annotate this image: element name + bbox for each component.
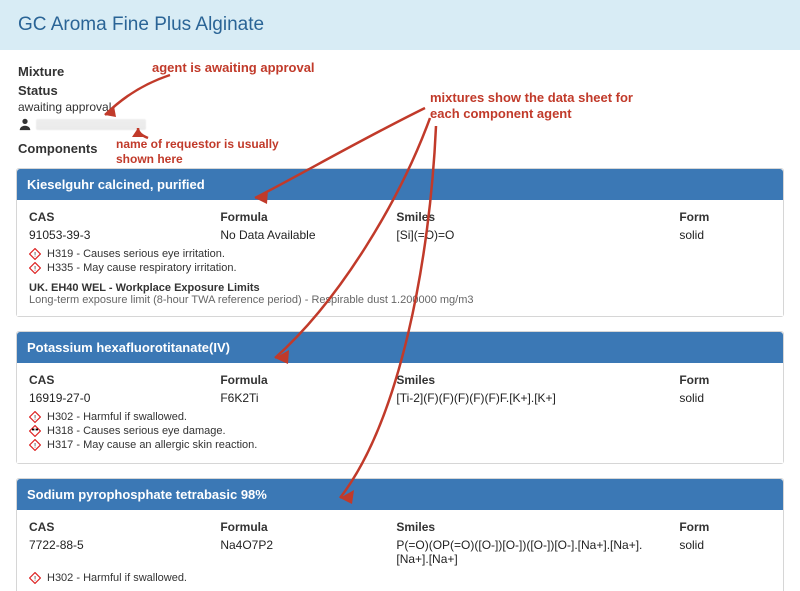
- svg-text:!: !: [34, 251, 36, 258]
- formula-value: Na4O7P2: [220, 538, 388, 552]
- form-value: solid: [679, 228, 771, 242]
- mixture-label: Mixture: [18, 64, 782, 79]
- formula-value: No Data Available: [220, 228, 388, 242]
- smiles-value: [Si](=O)=O: [396, 228, 671, 242]
- hazards-list: ! H302 - Harmful if swallowed.: [29, 572, 771, 584]
- component-body: CAS 7722-88-5 Formula Na4O7P2 Smiles P(=…: [17, 510, 783, 591]
- form-label: Form: [679, 210, 771, 224]
- form-label: Form: [679, 520, 771, 534]
- svg-text:!: !: [34, 575, 36, 582]
- cas-value: 7722-88-5: [29, 538, 212, 552]
- component-body: CAS 91053-39-3 Formula No Data Available…: [17, 200, 783, 316]
- component-card: Sodium pyrophosphate tetrabasic 98% CAS …: [16, 478, 784, 591]
- ghs-exclamation-icon: !: [29, 411, 41, 423]
- cas-label: CAS: [29, 373, 212, 387]
- smiles-label: Smiles: [396, 373, 671, 387]
- hazard-item: ! H319 - Causes serious eye irritation.: [29, 248, 771, 260]
- component-card: Potassium hexafluorotitanate(IV) CAS 169…: [16, 331, 784, 464]
- component-body: CAS 16919-27-0 Formula F6K2Ti Smiles [Ti…: [17, 363, 783, 463]
- exposure-text: Long-term exposure limit (8-hour TWA ref…: [29, 294, 771, 306]
- status-value: awaiting approval: [18, 100, 782, 114]
- hazard-text: H319 - Causes serious eye irritation.: [47, 248, 225, 260]
- components-label: Components: [0, 131, 800, 162]
- formula-label: Formula: [220, 210, 388, 224]
- cas-value: 16919-27-0: [29, 391, 212, 405]
- formula-label: Formula: [220, 373, 388, 387]
- component-name: Sodium pyrophosphate tetrabasic 98%: [17, 479, 783, 510]
- hazard-item: ! H302 - Harmful if swallowed.: [29, 411, 771, 423]
- form-value: solid: [679, 391, 771, 405]
- svg-text:!: !: [34, 265, 36, 272]
- status-label: Status: [18, 83, 782, 98]
- svg-text:!: !: [34, 414, 36, 421]
- ghs-exclamation-icon: !: [29, 439, 41, 451]
- cas-label: CAS: [29, 210, 212, 224]
- hazard-item: ! H335 - May cause respiratory irritatio…: [29, 262, 771, 274]
- smiles-label: Smiles: [396, 210, 671, 224]
- exposure-block: UK. EH40 WEL - Workplace Exposure Limits…: [29, 282, 771, 306]
- form-label: Form: [679, 373, 771, 387]
- hazard-text: H335 - May cause respiratory irritation.: [47, 262, 237, 274]
- ghs-exclamation-icon: !: [29, 248, 41, 260]
- hazard-text: H318 - Causes serious eye damage.: [47, 425, 226, 437]
- component-name: Potassium hexafluorotitanate(IV): [17, 332, 783, 363]
- smiles-value: P(=O)(OP(=O)([O-])[O-])([O-])[O-].[Na+].…: [396, 538, 671, 566]
- page-header: GC Aroma Fine Plus Alginate: [0, 0, 800, 50]
- component-name: Kieselguhr calcined, purified: [17, 169, 783, 200]
- hazard-text: H317 - May cause an allergic skin reacti…: [47, 439, 257, 451]
- ghs-exclamation-icon: !: [29, 572, 41, 584]
- formula-value: F6K2Ti: [220, 391, 388, 405]
- hazard-text: H302 - Harmful if swallowed.: [47, 411, 187, 423]
- component-data-row: CAS 91053-39-3 Formula No Data Available…: [29, 210, 771, 242]
- page-title: GC Aroma Fine Plus Alginate: [18, 14, 782, 36]
- hazard-item: ! H302 - Harmful if swallowed.: [29, 572, 771, 584]
- component-data-row: CAS 7722-88-5 Formula Na4O7P2 Smiles P(=…: [29, 520, 771, 566]
- hazard-item: H318 - Causes serious eye damage.: [29, 425, 771, 437]
- cas-label: CAS: [29, 520, 212, 534]
- form-value: solid: [679, 538, 771, 552]
- formula-label: Formula: [220, 520, 388, 534]
- hazards-list: ! H319 - Causes serious eye irritation. …: [29, 248, 771, 274]
- page: GC Aroma Fine Plus Alginate Mixture Stat…: [0, 0, 800, 591]
- info-block: Mixture Status awaiting approval: [0, 50, 800, 131]
- svg-text:!: !: [34, 442, 36, 449]
- hazard-text: H302 - Harmful if swallowed.: [47, 572, 187, 584]
- component-card: Kieselguhr calcined, purified CAS 91053-…: [16, 168, 784, 317]
- cas-value: 91053-39-3: [29, 228, 212, 242]
- smiles-value: [Ti-2](F)(F)(F)(F)(F)F.[K+].[K+]: [396, 391, 671, 405]
- smiles-label: Smiles: [396, 520, 671, 534]
- hazard-item: ! H317 - May cause an allergic skin reac…: [29, 439, 771, 451]
- ghs-corrosion-icon: [29, 425, 41, 437]
- hazards-list: ! H302 - Harmful if swallowed. H318 - Ca…: [29, 411, 771, 451]
- exposure-title: UK. EH40 WEL - Workplace Exposure Limits: [29, 282, 771, 294]
- requestor-line: [18, 117, 782, 131]
- requestor-name-censored: [36, 119, 146, 130]
- component-data-row: CAS 16919-27-0 Formula F6K2Ti Smiles [Ti…: [29, 373, 771, 405]
- user-icon: [18, 117, 32, 131]
- ghs-exclamation-icon: !: [29, 262, 41, 274]
